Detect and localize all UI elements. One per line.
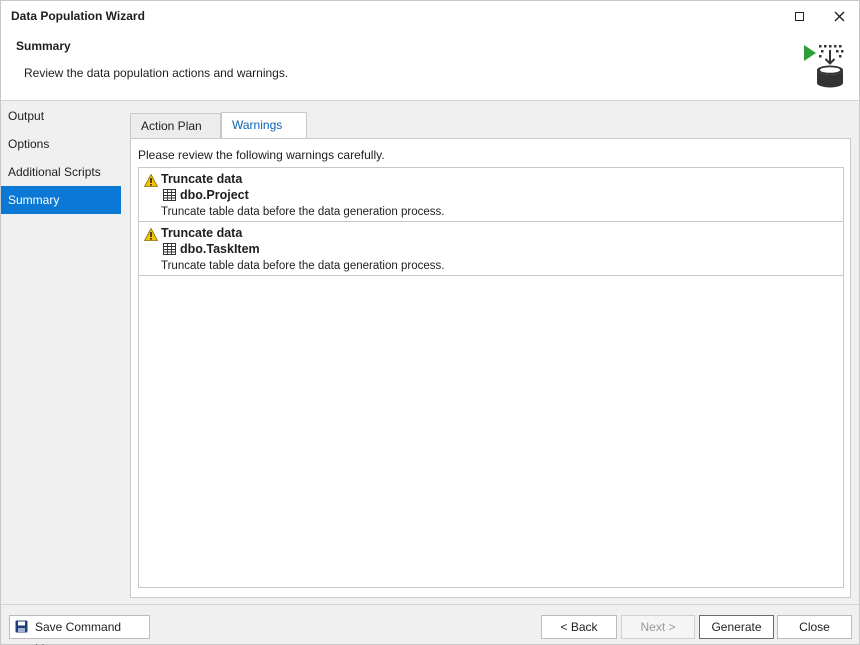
sidebar-item-output[interactable]: Output [1,102,121,130]
back-button[interactable]: < Back [541,615,617,639]
close-button[interactable]: Close [777,615,852,639]
main-content: Action Plan (5) Warnings (2) Please revi… [121,102,859,604]
warning-icon [144,228,158,241]
warning-object: dbo.Project [180,188,249,202]
close-icon [834,11,844,21]
warnings-message: Please review the following warnings car… [138,148,385,162]
tab-warnings[interactable]: Warnings (2) [221,112,307,157]
warning-title: Truncate data [161,226,243,240]
sidebar-item-summary[interactable]: Summary [1,186,121,214]
database-insert-icon [804,45,844,88]
warning-description: Truncate table data before the data gene… [161,206,445,218]
wizard-window: Data Population Wizard Summary Review th… [0,0,860,645]
wizard-header: Summary Review the data population actio… [1,31,859,101]
warning-title: Truncate data [161,172,243,186]
wizard-footer: Save Command Line... < Back Next > Gener… [1,604,859,645]
maximize-button[interactable] [779,1,819,31]
warnings-panel: Please review the following warnings car… [130,138,851,598]
warning-object: dbo.TaskItem [180,242,260,256]
tab-action-plan[interactable]: Action Plan (5) [130,113,221,158]
next-button[interactable]: Next > [621,615,695,639]
sidebar-item-additional-scripts[interactable]: Additional Scripts [1,158,121,186]
page-subtitle: Review the data population actions and w… [24,66,289,80]
table-icon [163,189,176,201]
page-title: Summary [16,39,71,53]
maximize-icon [794,11,804,21]
warning-description: Truncate table data before the data gene… [161,260,445,272]
sidebar-item-options[interactable]: Options [1,130,121,158]
close-window-button[interactable] [819,1,859,31]
wizard-sidebar: Output Options Additional Scripts Summar… [1,102,121,604]
table-icon [163,243,176,255]
window-title: Data Population Wizard [11,9,145,23]
save-icon [15,620,28,633]
warnings-list: Truncate data dbo.Project Truncate table… [138,167,844,588]
save-command-line-button[interactable]: Save Command Line... [9,615,150,645]
title-bar: Data Population Wizard [1,1,859,31]
generate-button[interactable]: Generate [699,615,774,639]
warning-icon [144,174,158,187]
list-item[interactable]: Truncate data dbo.Project Truncate table… [139,168,843,222]
list-item[interactable]: Truncate data dbo.TaskItem Truncate tabl… [139,222,843,276]
save-command-line-label: Save Command Line... [35,620,122,645]
